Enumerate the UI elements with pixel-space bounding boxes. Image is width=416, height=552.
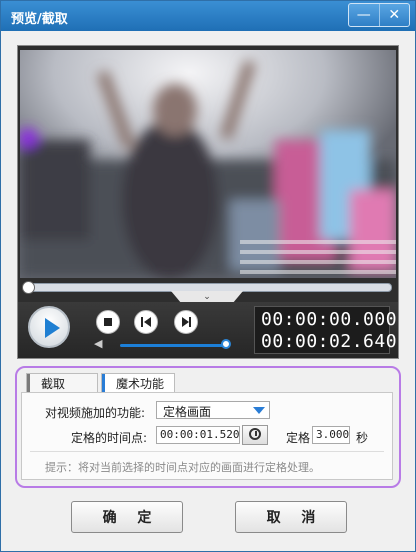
prev-bar-icon bbox=[141, 317, 143, 327]
window-title: 预览/截取 bbox=[11, 12, 68, 27]
tab-capture[interactable]: 截取 bbox=[26, 373, 98, 393]
cancel-button[interactable]: 取 消 bbox=[235, 501, 347, 533]
volume-slider[interactable] bbox=[120, 344, 226, 347]
function-value: 定格画面 bbox=[163, 405, 212, 419]
tab-label: 魔术功能 bbox=[116, 377, 165, 391]
volume-icon[interactable]: ◀ bbox=[94, 338, 106, 350]
prev-arrow-icon bbox=[144, 317, 151, 327]
minimize-icon[interactable]: — bbox=[349, 4, 379, 26]
ok-button[interactable]: 确 定 bbox=[71, 501, 183, 533]
chevron-down-icon: ⌄ bbox=[203, 292, 211, 302]
seek-handle[interactable] bbox=[22, 281, 35, 294]
clock-icon bbox=[249, 428, 261, 440]
tab-accent bbox=[27, 374, 30, 392]
next-frame-button[interactable] bbox=[174, 310, 198, 334]
close-icon[interactable]: ✕ bbox=[378, 4, 410, 26]
time-point-input[interactable]: 00:00:01.520 bbox=[156, 426, 240, 444]
video-player: ⌄ ◀ 00:00:00.000 00:00:02.640 bbox=[17, 45, 399, 359]
previous-frame-button[interactable] bbox=[134, 310, 158, 334]
next-bar-icon bbox=[189, 317, 191, 327]
tab-magic[interactable]: 魔术功能 bbox=[101, 373, 175, 393]
control-bar: ◀ 00:00:00.000 00:00:02.640 bbox=[18, 302, 398, 358]
function-panel: 截取 魔术功能 对视频施加的功能: 定格画面 定格的时间点: 00:00:01.… bbox=[15, 366, 401, 488]
time-display: 00:00:00.000 00:00:02.640 bbox=[254, 306, 397, 354]
volume-handle[interactable] bbox=[221, 339, 231, 349]
seconds-label: 秒 bbox=[356, 431, 369, 445]
window-controls: — ✕ bbox=[348, 3, 410, 27]
title-bar[interactable]: 预览/截取 — ✕ bbox=[1, 1, 415, 31]
hint-text: 提示：将对当前选择的时间点对应的画面进行定格处理。 bbox=[45, 461, 320, 474]
magic-tab-body: 对视频施加的功能: 定格画面 定格的时间点: 00:00:01.520 定格 3… bbox=[21, 392, 393, 480]
play-button[interactable] bbox=[28, 306, 70, 348]
preview-capture-window: 预览/截取 — ✕ ⌄ ◀ 00:00:00.000 00:00:02.640 … bbox=[0, 0, 416, 552]
duration-label: 定格 bbox=[286, 431, 311, 445]
video-frame-image bbox=[20, 50, 396, 278]
tab-accent bbox=[102, 374, 105, 392]
tab-label: 截取 bbox=[41, 377, 66, 391]
dropdown-arrow-icon bbox=[253, 407, 265, 414]
set-current-time-button[interactable] bbox=[242, 425, 268, 445]
play-icon bbox=[45, 318, 60, 338]
seek-bar[interactable] bbox=[22, 281, 392, 294]
total-time: 00:00:02.640 bbox=[261, 331, 398, 352]
time-point-label: 定格的时间点: bbox=[71, 431, 148, 445]
current-time: 00:00:00.000 bbox=[261, 309, 398, 330]
function-select[interactable]: 定格画面 bbox=[156, 401, 270, 419]
next-arrow-icon bbox=[182, 317, 189, 327]
duration-input[interactable]: 3.000 bbox=[312, 426, 350, 444]
video-preview[interactable] bbox=[20, 50, 396, 278]
stop-button[interactable] bbox=[96, 310, 120, 334]
function-label: 对视频施加的功能: bbox=[45, 406, 146, 420]
divider bbox=[30, 451, 384, 452]
